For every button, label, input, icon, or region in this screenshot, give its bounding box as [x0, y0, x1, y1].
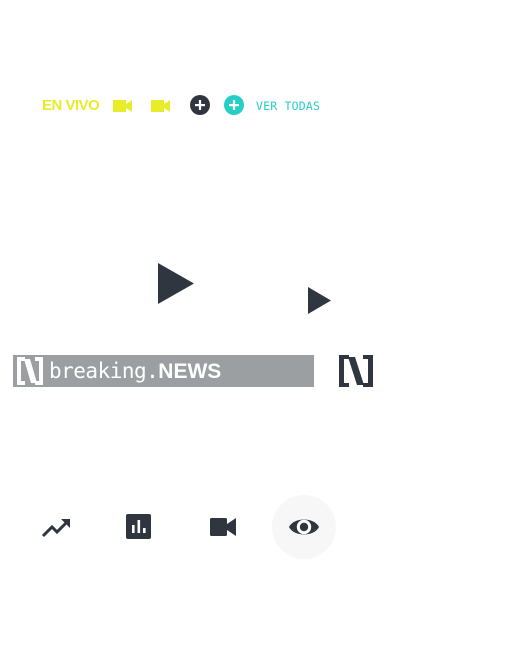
breaking-prefix: breaking.: [49, 359, 159, 383]
trending-up-icon[interactable]: [41, 512, 71, 542]
ver-todas-link[interactable]: VER TODAS: [256, 97, 320, 115]
add-accent-plus-icon[interactable]: [224, 95, 244, 115]
play-large-icon[interactable]: [157, 263, 195, 304]
n-logo-icon: [15, 356, 45, 386]
play-small-icon[interactable]: [307, 287, 332, 314]
live-label: EN VIVO: [42, 97, 100, 114]
video-camera-icon[interactable]: [209, 512, 239, 542]
n-logo-large-icon: [338, 354, 374, 388]
bar-chart-icon[interactable]: [124, 512, 154, 542]
eye-button[interactable]: [272, 495, 336, 559]
eye-icon: [289, 519, 319, 535]
breaking-suffix: NEWS: [158, 360, 222, 383]
live-video-camera-icon: [113, 99, 133, 113]
breaking-news-text: breaking.NEWS: [49, 355, 221, 387]
video-camera-icon[interactable]: [151, 99, 171, 113]
breaking-news-banner[interactable]: breaking.NEWS: [13, 355, 314, 387]
add-dark-plus-icon[interactable]: [190, 95, 210, 115]
